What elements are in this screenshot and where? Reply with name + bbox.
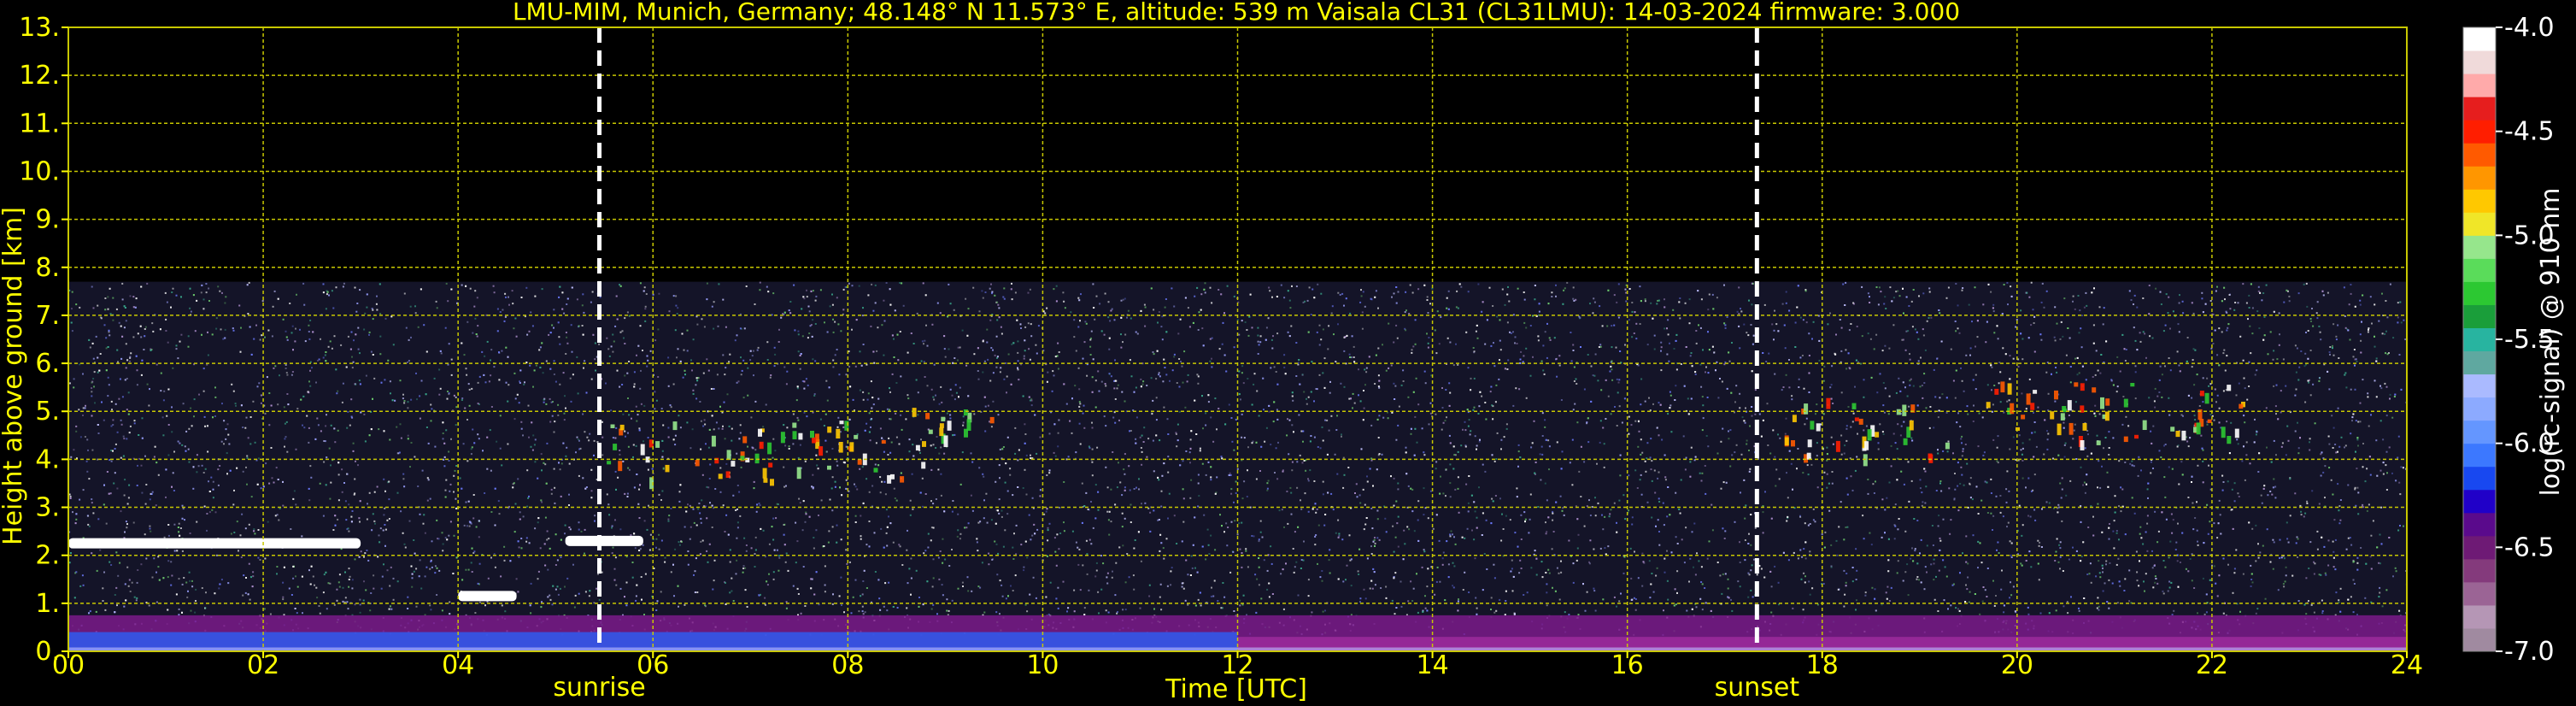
colorbar-swatch [2463, 50, 2496, 74]
y-tick-label: 10. [19, 156, 60, 186]
y-tick-label: 7. [35, 301, 60, 331]
y-tick-label: 0. [35, 637, 60, 667]
colorbar-tick-label: -4.5 [2504, 117, 2555, 147]
x-tick-label: 14 [1416, 650, 1448, 680]
marker-label-sunrise: sunrise [553, 673, 645, 703]
x-tick-label: 06 [637, 650, 669, 680]
colorbar-swatch [2463, 258, 2496, 282]
y-tick-label: 13. [19, 13, 60, 43]
colorbar-swatch [2463, 397, 2496, 421]
colorbar-swatch [2463, 374, 2496, 398]
colorbar-label: log(rc-signal) @ 910 nm [2536, 188, 2566, 497]
colorbar-swatch [2463, 97, 2496, 121]
y-tick-label: 12. [19, 61, 60, 91]
colorbar-swatch [2463, 604, 2496, 629]
colorbar-swatch [2463, 350, 2496, 375]
y-tick-label: 11. [19, 109, 60, 138]
y-tick-label: 5. [35, 397, 60, 427]
y-tick-label: 9. [35, 205, 60, 235]
colorbar-swatch [2463, 627, 2496, 652]
y-tick-label: 6. [35, 349, 60, 379]
colorbar-swatch [2463, 512, 2496, 537]
colorbar-swatch [2463, 74, 2496, 97]
y-tick-label: 3. [35, 493, 60, 523]
x-axis-label: Time [UTC] [1165, 674, 1307, 704]
x-tick-label: 02 [247, 650, 279, 680]
colorbar-swatch [2463, 489, 2496, 514]
x-tick-label: 22 [2196, 650, 2228, 680]
colorbar-swatch [2463, 120, 2496, 144]
cloud-feature [565, 535, 643, 546]
y-tick-label: 4. [35, 444, 60, 474]
colorbar-swatch [2463, 420, 2496, 444]
y-tick-label: 8. [35, 253, 60, 283]
x-tick-label: 20 [2001, 650, 2033, 680]
colorbar-tick-label: -7.0 [2504, 637, 2555, 667]
colorbar-swatch [2463, 27, 2496, 51]
marker-label-sunset: sunset [1715, 673, 1800, 703]
x-tick-label: 18 [1806, 650, 1839, 680]
colorbar-swatch [2463, 558, 2496, 583]
x-tick-label: 24 [2391, 650, 2423, 680]
cloud-feature [68, 538, 361, 549]
x-tick-label: 04 [442, 650, 474, 680]
y-tick-label: 1. [35, 589, 60, 619]
cloud-feature [458, 591, 517, 602]
colorbar-swatch [2463, 166, 2496, 190]
x-tick-label: 16 [1611, 650, 1644, 680]
x-tick-label: 10 [1026, 650, 1059, 680]
colorbar-swatch [2463, 189, 2496, 213]
colorbar-swatch [2463, 235, 2496, 259]
ceilometer-chart: sunrise sunset 00 02 04 06 08 10 12 14 16 18 20 22 24… [0, 0, 2576, 706]
colorbar-tick-label: -4.0 [2504, 13, 2555, 43]
colorbar-swatch [2463, 466, 2496, 491]
x-tick-label: 08 [831, 650, 864, 680]
colorbar-swatch [2463, 327, 2496, 352]
colorbar-tick-label: -6.5 [2504, 532, 2555, 562]
colorbar-swatch [2463, 281, 2496, 305]
y-axis-label: Height above ground [km] [0, 207, 28, 545]
colorbar-swatch [2463, 143, 2496, 167]
y-tick-label: 2. [35, 541, 60, 571]
colorbar-swatch [2463, 535, 2496, 560]
colorbar-swatch [2463, 304, 2496, 328]
colorbar-swatch [2463, 443, 2496, 468]
colorbar-swatch [2463, 581, 2496, 606]
chart-title: LMU-MIM, Munich, Germany; 48.148° N 11.5… [513, 0, 1960, 26]
colorbar-swatch [2463, 212, 2496, 236]
